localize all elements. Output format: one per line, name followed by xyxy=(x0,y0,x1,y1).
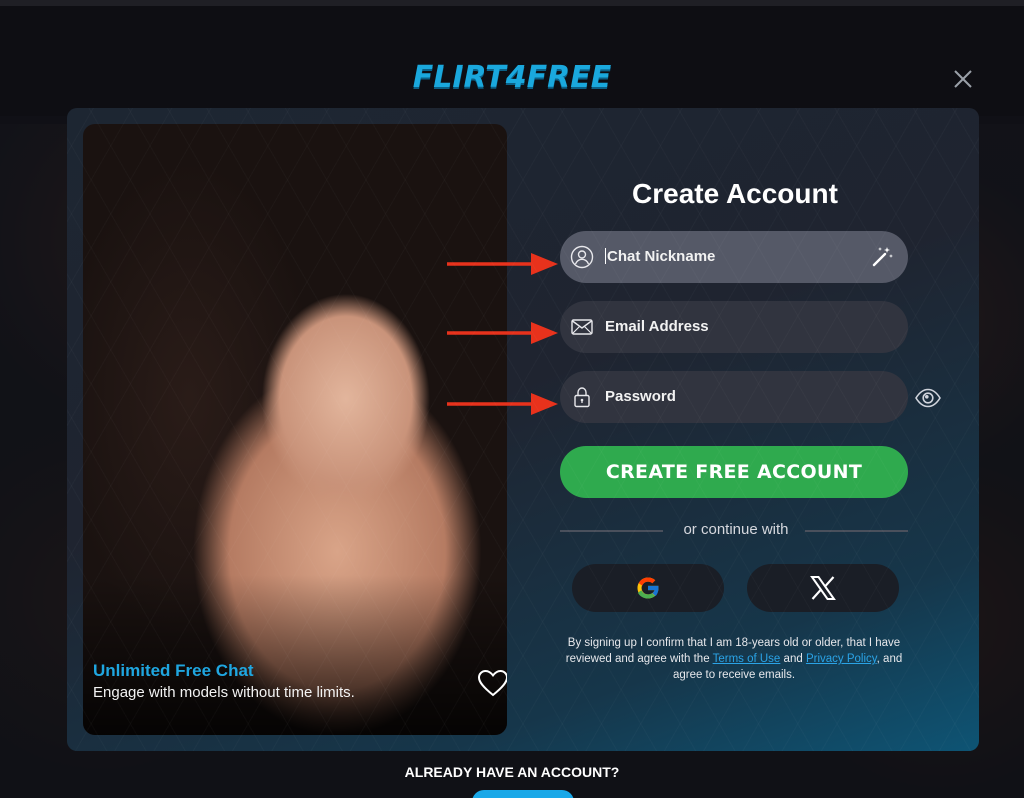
form-title: Create Account xyxy=(632,178,838,209)
password-input[interactable]: Password xyxy=(605,388,676,405)
nickname-field[interactable]: Chat Nickname xyxy=(560,231,908,283)
flirt4free-logo: FLIRT4FREE xyxy=(412,60,612,95)
privacy-policy-link[interactable]: Privacy Policy xyxy=(806,653,877,665)
divider-text: or continue with xyxy=(683,521,789,538)
legal-notice: By signing up I confirm that I am 18-yea… xyxy=(560,635,908,683)
email-field[interactable]: Email Address xyxy=(560,301,908,353)
annotation-arrow-email xyxy=(447,322,558,344)
model-promo-image: Unlimited Free Chat Engage with models w… xyxy=(83,124,507,735)
nickname-placeholder: Chat Nickname xyxy=(607,248,716,265)
already-have-account-text: ALREADY HAVE AN ACCOUNT? xyxy=(404,764,620,780)
promo-subtitle: Engage with models without time limits. xyxy=(93,684,355,701)
divider-left xyxy=(560,530,663,532)
nickname-input[interactable]: Chat Nickname xyxy=(605,248,715,265)
password-field[interactable]: Password xyxy=(560,371,908,423)
promo-image-shade xyxy=(83,575,507,735)
eye-icon[interactable] xyxy=(915,388,941,408)
annotation-arrow-password xyxy=(447,393,558,415)
promo-title: Unlimited Free Chat xyxy=(93,661,254,680)
user-icon xyxy=(570,245,594,269)
login-button[interactable] xyxy=(472,790,574,798)
x-icon xyxy=(810,576,836,600)
annotation-arrow-nickname xyxy=(447,253,558,275)
close-modal-button[interactable] xyxy=(948,64,978,94)
envelope-icon xyxy=(571,319,593,335)
legal-and: and xyxy=(783,653,803,665)
x-signup-button[interactable] xyxy=(747,564,899,612)
lock-icon xyxy=(574,387,590,408)
heart-icon xyxy=(477,669,507,697)
email-input[interactable]: Email Address xyxy=(605,318,709,335)
google-signup-button[interactable] xyxy=(572,564,724,612)
text-caret xyxy=(605,248,606,264)
terms-of-use-link[interactable]: Terms of Use xyxy=(713,653,781,665)
magic-wand-icon[interactable] xyxy=(870,245,894,269)
close-icon xyxy=(954,70,972,88)
google-icon xyxy=(637,577,660,599)
create-account-button[interactable]: CREATE FREE ACCOUNT xyxy=(560,446,908,498)
divider-right xyxy=(805,530,908,532)
signup-modal: Unlimited Free Chat Engage with models w… xyxy=(67,108,979,751)
favorite-button[interactable] xyxy=(477,669,507,697)
